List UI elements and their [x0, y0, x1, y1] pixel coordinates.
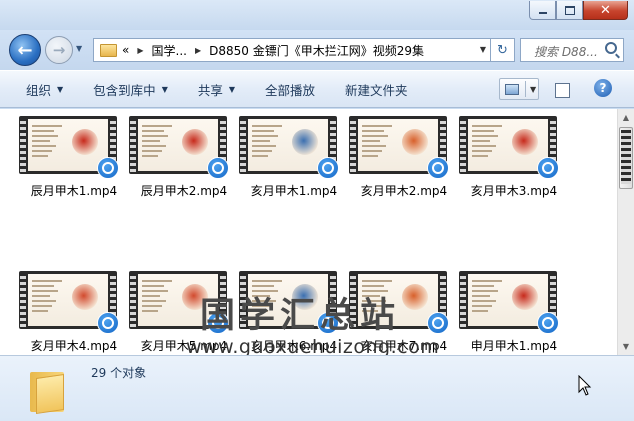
file-name: 亥月甲木2.mp4	[360, 184, 448, 198]
file-name: 亥月甲木4.mp4	[30, 339, 118, 353]
file-item[interactable]: 亥月甲木1.mp4	[239, 116, 344, 211]
video-frame	[468, 274, 548, 326]
play-all-button[interactable]: 全部播放	[265, 80, 315, 99]
view-icon	[505, 83, 519, 95]
search-placeholder: 搜索 D88...	[534, 45, 598, 59]
details-pane: 29 个对象	[0, 355, 634, 421]
item-count: 29 个对象	[91, 366, 147, 380]
video-frame	[28, 274, 108, 326]
chevron-down-icon[interactable]: ▼	[530, 85, 536, 94]
address-overflow-chevron[interactable]: «	[122, 43, 129, 57]
back-button[interactable]: ←	[9, 34, 41, 66]
maximize-button[interactable]	[556, 1, 583, 20]
help-button[interactable]: ?	[594, 79, 612, 97]
include-in-library-label: 包含到库中	[93, 82, 156, 98]
recent-pages-button[interactable]: ▼	[76, 44, 88, 56]
chevron-down-icon: ▼	[161, 84, 168, 94]
breadcrumb-current[interactable]: D8850 金镖门《甲木拦江网》视频29集	[209, 42, 424, 59]
media-player-icon	[427, 312, 449, 334]
media-player-icon	[97, 312, 119, 334]
scroll-down-icon[interactable]: ▼	[618, 338, 634, 355]
video-frame	[138, 119, 218, 171]
share-menu[interactable]: 共享 ▼	[198, 80, 235, 99]
watermark-url: www.guoxuehuizong.com	[186, 336, 440, 355]
file-name: 亥月甲木1.mp4	[250, 184, 338, 198]
media-player-icon	[537, 157, 559, 179]
breadcrumb-segment[interactable]: 国学...	[152, 42, 187, 59]
chevron-down-icon: ▼	[57, 84, 64, 94]
video-frame	[358, 119, 438, 171]
file-name: 辰月甲木2.mp4	[140, 184, 228, 198]
media-player-icon	[97, 157, 119, 179]
minimize-button[interactable]	[529, 1, 556, 20]
file-name: 申月甲木1.mp4	[470, 339, 558, 353]
title-bar: ✕	[0, 0, 634, 30]
search-input[interactable]: 搜索 D88...	[520, 38, 624, 62]
share-label: 共享	[197, 82, 223, 98]
organize-menu[interactable]: 组织 ▼	[26, 80, 63, 99]
forward-arrow-icon: →	[52, 41, 66, 59]
close-button[interactable]: ✕	[583, 1, 628, 20]
chevron-right-icon: ▶	[137, 45, 144, 55]
vertical-scrollbar[interactable]: ▲ ▼	[617, 109, 634, 355]
file-item[interactable]: 申月甲木1.mp4	[459, 271, 564, 355]
file-item[interactable]: 亥月甲木3.mp4	[459, 116, 564, 211]
navigation-bar: ← → ▼ « ▶ 国学... ▶ D8850 金镖门《甲木拦江网》视频29集 …	[0, 30, 634, 70]
chevron-right-icon: ▶	[194, 45, 202, 55]
video-frame	[248, 119, 328, 171]
file-item[interactable]: 辰月甲木1.mp4	[19, 116, 124, 211]
refresh-button[interactable]: ↻	[491, 38, 515, 62]
folder-icon	[30, 368, 64, 414]
video-frame	[468, 119, 548, 171]
file-name: 辰月甲木1.mp4	[30, 184, 118, 198]
media-player-icon	[207, 157, 229, 179]
scroll-thumb[interactable]	[619, 127, 633, 189]
preview-pane-button[interactable]	[551, 78, 571, 100]
video-frame	[28, 119, 108, 171]
watermark-title: 国学汇总站	[200, 296, 401, 336]
divider	[525, 81, 526, 97]
new-folder-button[interactable]: 新建文件夹	[345, 80, 408, 99]
media-player-icon	[537, 312, 559, 334]
search-icon	[605, 42, 617, 54]
scroll-up-icon[interactable]: ▲	[618, 109, 634, 126]
folder-icon	[100, 43, 117, 57]
change-view-button[interactable]: ▼	[499, 78, 539, 100]
address-bar[interactable]: « ▶ 国学... ▶ D8850 金镖门《甲木拦江网》视频29集 ▼	[93, 38, 491, 62]
file-list[interactable]: 辰月甲木1.mp4 辰月甲木2.mp4 亥月甲木1.mp4 亥月甲木2.mp4 亥月甲木…	[0, 109, 634, 355]
media-player-icon	[317, 157, 339, 179]
address-dropdown-icon[interactable]: ▼	[480, 45, 486, 54]
forward-button[interactable]: →	[45, 36, 73, 64]
file-item[interactable]: 辰月甲木2.mp4	[129, 116, 234, 211]
refresh-icon: ↻	[497, 42, 508, 58]
file-name: 亥月甲木3.mp4	[470, 184, 558, 198]
chevron-down-icon: ▼	[228, 84, 236, 94]
window-controls: ✕	[529, 1, 628, 20]
back-arrow-icon: ←	[17, 39, 33, 61]
organize-label: 组织	[26, 82, 52, 98]
media-player-icon	[427, 157, 449, 179]
include-in-library-menu[interactable]: 包含到库中 ▼	[93, 80, 168, 99]
file-item[interactable]: 亥月甲木2.mp4	[349, 116, 454, 211]
file-item[interactable]: 亥月甲木4.mp4	[19, 271, 124, 355]
